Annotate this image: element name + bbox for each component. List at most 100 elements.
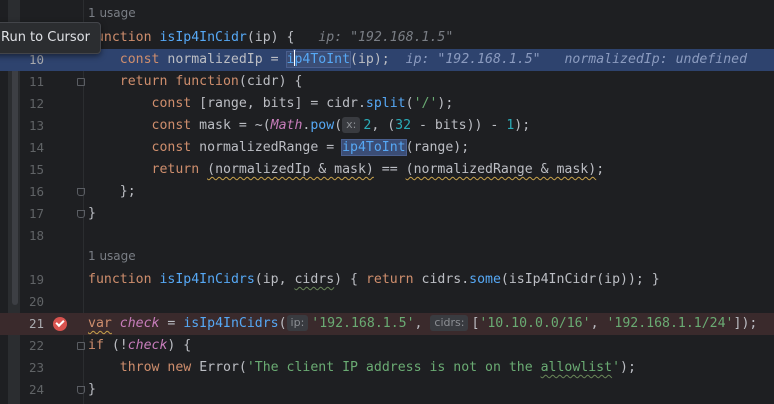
debug-inline-value: normalizedIp: undefined	[564, 52, 748, 67]
code-token: ;	[596, 162, 605, 177]
code-token: (isIp4InCidr(ip)); }	[500, 272, 660, 287]
code-line-21-breakpoint[interactable]: 21 var check = isIp4InCidrs(ip: '192.168.…	[0, 313, 774, 335]
code-line-13[interactable]: 13 const mask = ~(Math.pow(x: 2, (32 - bi…	[0, 115, 774, 137]
code-token: =	[159, 316, 184, 331]
code-token: }	[88, 206, 96, 221]
code-token: const	[151, 118, 192, 133]
typo-squiggle[interactable]: allowlist	[541, 360, 612, 375]
code-token: ) {	[167, 338, 192, 353]
code-token: (cidr) {	[238, 74, 303, 89]
code-token: '192.168.1.1/24'	[606, 316, 734, 331]
var-keyword: var	[88, 316, 112, 331]
code-line-19[interactable]: 19 function isIp4InCidrs(ip, cidrs) { re…	[0, 269, 774, 291]
code-token: new	[159, 360, 192, 375]
code-token: mask = ~(	[191, 118, 271, 133]
code-token: );	[514, 118, 531, 133]
code-token: check	[119, 316, 160, 331]
code-token: function	[167, 74, 239, 89]
code-token: }	[88, 382, 96, 397]
code-token: const	[119, 52, 160, 67]
code-token: (	[334, 118, 343, 133]
code-line-11[interactable]: 11 return function(cidr) {	[0, 71, 774, 93]
code-token: '/'	[413, 96, 438, 111]
code-token: split	[365, 96, 406, 111]
code-token: pow	[310, 118, 335, 133]
code-token: );	[620, 360, 636, 375]
fold-icon[interactable]	[77, 342, 85, 350]
typo-squiggle[interactable]: cidrs	[294, 272, 334, 287]
fold-icon[interactable]	[77, 78, 85, 86]
debug-inline-value: ip: "192.168.1.5"	[405, 52, 541, 67]
code-line-12[interactable]: 12 const [range, bits] = cidr.split('/')…	[0, 93, 774, 115]
function-name: isIp4InCidr	[159, 30, 247, 45]
code-token: return	[365, 272, 414, 287]
code-token: some	[469, 272, 501, 287]
fold-end-icon[interactable]	[77, 386, 85, 394]
breakpoint-check-icon[interactable]	[53, 317, 67, 331]
code-token: (ip,	[254, 272, 295, 287]
fold-end-icon[interactable]	[77, 188, 85, 196]
code-token: isIp4InCidrs	[183, 316, 279, 331]
code-token: '10.10.0.0/16'	[479, 316, 591, 331]
code-token: );	[437, 96, 454, 111]
code-line-22[interactable]: 22 if (!check) {	[0, 335, 774, 357]
fold-end-icon[interactable]	[77, 210, 85, 218]
code-token: '	[612, 360, 621, 375]
code-token: Math	[270, 118, 303, 133]
code-token: ) {	[334, 272, 366, 287]
code-editor[interactable]: 1 usage function isIp4InCidr(ip) { ip: "…	[0, 0, 774, 404]
code-token: const	[151, 140, 192, 155]
debug-inline-value: ip: "192.168.1.5"	[318, 30, 454, 45]
code-token: p4ToInt	[294, 52, 351, 67]
code-token: isIp4InCidrs	[159, 272, 255, 287]
code-token: (ip);	[350, 52, 390, 67]
code-line-14[interactable]: 14 const normalizedRange = ip4ToInt(rang…	[0, 137, 774, 159]
usage-hint[interactable]: 1 usage	[88, 249, 136, 263]
parameter-hint: x:	[342, 117, 361, 133]
code-line-20[interactable]: 20	[0, 291, 774, 313]
highlighted-call: ip4ToInt	[285, 50, 352, 68]
code-token: ]);	[733, 316, 758, 331]
code-token: normalizedRange =	[191, 140, 343, 155]
usage-hint[interactable]: 1 usage	[88, 6, 136, 20]
run-to-cursor-tooltip[interactable]: Run to Cursor	[0, 22, 101, 54]
code-token: ) {	[270, 30, 295, 45]
code-line-10-execution-point[interactable]: 10 const normalizedIp = ip4ToInt(ip); ip…	[0, 49, 774, 71]
code-line-9[interactable]: function isIp4InCidr(ip) { ip: "192.168.…	[0, 27, 774, 49]
code-token: (	[246, 30, 255, 45]
code-token: (!	[103, 338, 128, 353]
code-token: ip	[254, 30, 271, 45]
code-line-18[interactable]: 18	[0, 225, 774, 247]
code-token: (	[405, 96, 414, 111]
code-line-15[interactable]: 15 return (normalizedIp & mask) == (norm…	[0, 159, 774, 181]
code-token: (	[278, 316, 287, 331]
code-token: return	[119, 74, 168, 89]
code-line-16[interactable]: 16 };	[0, 181, 774, 203]
code-token: [range, bits] = cidr.	[191, 96, 366, 111]
code-token: normalizedIp =	[159, 52, 287, 67]
warning-squiggle[interactable]: (normalizedRange & mask)	[406, 162, 597, 177]
warning-squiggle[interactable]: (normalizedIp & mask)	[207, 162, 374, 177]
code-token: ==	[373, 162, 406, 177]
code-token: function	[88, 272, 152, 287]
code-token: return	[151, 162, 200, 177]
code-token: ,	[414, 316, 431, 331]
code-token: Error	[199, 360, 239, 375]
parameter-hint: ip:	[286, 315, 309, 331]
code-line-17[interactable]: 17 }	[0, 203, 774, 225]
code-line-24[interactable]: 24 }	[0, 379, 774, 401]
code-token: ,	[590, 316, 607, 331]
code-token: const	[151, 96, 192, 111]
code-line-23[interactable]: 23 throw new Error('The client IP addres…	[0, 357, 774, 379]
code-token: 'The client IP address is not on the	[246, 360, 541, 375]
code-token: '192.168.1.5'	[311, 316, 415, 331]
code-token: check	[127, 338, 168, 353]
